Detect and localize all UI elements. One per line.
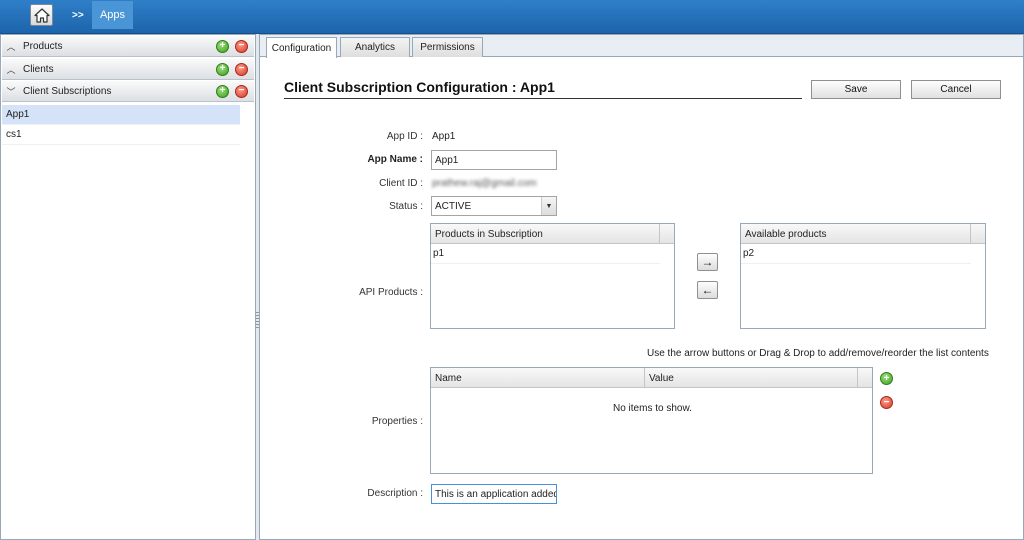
column-header-name[interactable]: Name: [431, 368, 645, 388]
add-icon[interactable]: +: [216, 39, 229, 53]
remove-icon[interactable]: −: [235, 62, 248, 76]
client-id-label: Client ID :: [379, 178, 423, 189]
app-name-input[interactable]: App1: [431, 150, 557, 170]
chevron-up-icon: ︿: [6, 64, 16, 75]
add-property-icon[interactable]: +: [880, 372, 893, 385]
client-id-value: prathew.raj@gmail.com: [432, 178, 537, 189]
properties-grid[interactable]: Name Value No items to show.: [430, 367, 873, 474]
column-spacer: [660, 224, 674, 244]
column-header-value[interactable]: Value: [645, 368, 858, 388]
column-header[interactable]: Products in Subscription: [431, 224, 660, 244]
list-item-app1[interactable]: App1: [2, 105, 240, 125]
chevron-up-icon: ︿: [6, 41, 16, 52]
subscribed-products-grid[interactable]: Products in Subscription p1: [430, 223, 675, 329]
cancel-button[interactable]: Cancel: [911, 80, 1001, 99]
left-panel: ︿ Products + − ︿ Clients + − ﹀ Client Su…: [0, 34, 256, 540]
column-spacer: [971, 224, 985, 244]
empty-message: No items to show.: [613, 403, 692, 414]
dropdown-arrow-icon[interactable]: ▼: [541, 197, 556, 215]
remove-icon[interactable]: −: [235, 39, 248, 53]
status-select[interactable]: ACTIVE ▼: [431, 196, 557, 216]
column-spacer: [858, 368, 872, 388]
app-id-label: App ID :: [386, 131, 423, 142]
add-icon[interactable]: +: [216, 84, 229, 98]
description-label: Description :: [367, 488, 423, 499]
api-products-label: API Products :: [359, 287, 423, 298]
accordion-title: Clients: [23, 63, 54, 75]
grid-header: Available products: [741, 224, 985, 244]
arrow-left-icon: ←: [701, 283, 714, 297]
home-button[interactable]: [30, 4, 53, 26]
tab-permissions[interactable]: Permissions: [412, 37, 483, 57]
add-icon[interactable]: +: [216, 62, 229, 76]
status-label: Status :: [389, 201, 423, 212]
grid-row[interactable]: p1: [431, 244, 660, 264]
hint-text: Use the arrow buttons or Drag & Drop to …: [647, 348, 989, 359]
accordion-title: Products: [23, 40, 63, 52]
top-bar: >> Apps: [0, 0, 1024, 34]
tab-strip: Configuration Analytics Permissions: [260, 35, 1023, 58]
page-title: Client Subscription Configuration : App1: [284, 80, 802, 99]
accordion-products[interactable]: ︿ Products + −: [2, 36, 254, 57]
save-button[interactable]: Save: [811, 80, 901, 99]
breadcrumb-apps[interactable]: Apps: [92, 1, 133, 29]
grid-row[interactable]: p2: [741, 244, 971, 264]
properties-label: Properties :: [371, 416, 423, 427]
grid-header: Products in Subscription: [431, 224, 674, 244]
accordion-client-subscriptions[interactable]: ﹀ Client Subscriptions + −: [2, 81, 254, 102]
accordion-title: Client Subscriptions: [23, 85, 112, 97]
list-item-cs1[interactable]: cs1: [2, 125, 240, 145]
description-input[interactable]: This is an application added: [431, 484, 557, 504]
breadcrumb-separator: >>: [72, 10, 84, 21]
chevron-down-icon: ﹀: [6, 86, 16, 97]
remove-icon[interactable]: −: [235, 84, 248, 98]
status-value: ACTIVE: [435, 200, 472, 212]
remove-property-icon[interactable]: −: [880, 396, 893, 409]
app-name-label: App Name :: [367, 154, 423, 165]
grid-header: Name Value: [431, 368, 872, 388]
app-id-value: App1: [432, 131, 456, 142]
tab-configuration[interactable]: Configuration: [266, 37, 337, 58]
column-header[interactable]: Available products: [741, 224, 971, 244]
accordion-clients[interactable]: ︿ Clients + −: [2, 59, 254, 80]
move-left-button[interactable]: ←: [697, 281, 718, 299]
arrow-right-icon: →: [701, 255, 714, 269]
available-products-grid[interactable]: Available products p2: [740, 223, 986, 329]
tab-analytics[interactable]: Analytics: [340, 37, 410, 57]
move-right-button[interactable]: →: [697, 253, 718, 271]
right-panel: Configuration Analytics Permissions Clie…: [259, 34, 1024, 540]
home-icon: [33, 7, 50, 23]
